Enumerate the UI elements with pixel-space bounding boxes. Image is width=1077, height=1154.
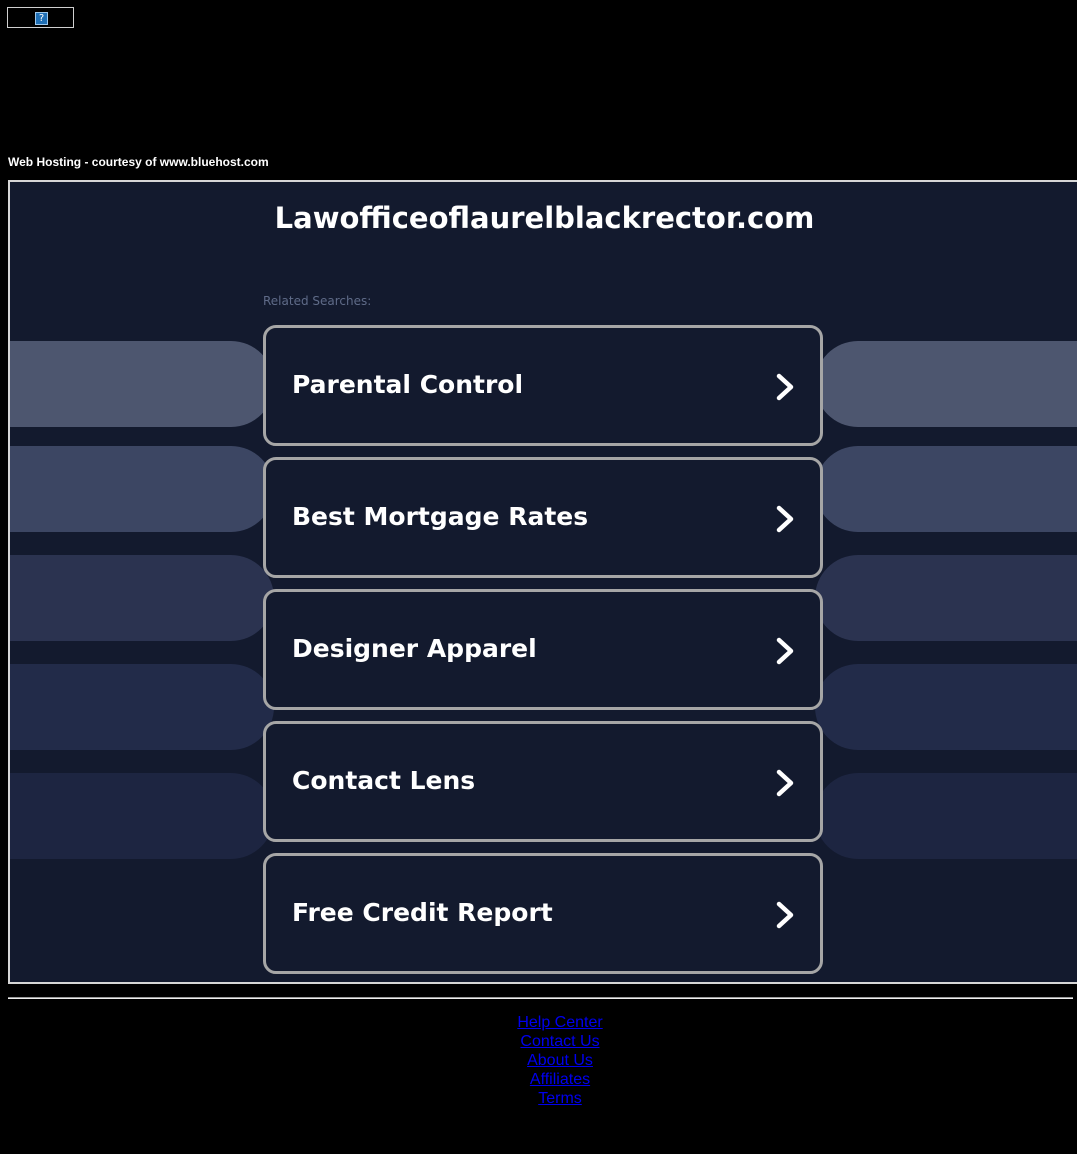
decorative-pill-right-2	[815, 446, 1077, 532]
chevron-right-icon	[776, 637, 794, 665]
about-us-link[interactable]: About Us	[8, 1051, 1077, 1070]
related-search-link[interactable]: Parental Control	[263, 325, 823, 446]
related-searches-label: Related Searches:	[263, 294, 372, 308]
decorative-pill-left-1	[10, 341, 274, 427]
related-search-link[interactable]: Best Mortgage Rates	[263, 457, 823, 578]
help-icon[interactable]: ?	[35, 12, 48, 25]
chevron-right-icon	[776, 901, 794, 929]
domain-title: Lawofficeoflaurelblackrector.com	[274, 201, 815, 235]
chevron-right-icon	[776, 373, 794, 401]
related-search-label: Free Credit Report	[292, 898, 553, 927]
hosting-note: Web Hosting - courtesy of www.bluehost.c…	[8, 155, 269, 169]
related-search-link[interactable]: Free Credit Report	[263, 853, 823, 974]
decorative-pill-left-5	[10, 773, 274, 859]
parked-domain-frame: Lawofficeoflaurelblackrector.com Related…	[8, 180, 1077, 984]
decorative-pill-right-4	[815, 664, 1077, 750]
help-center-link[interactable]: Help Center	[8, 1013, 1077, 1032]
decorative-pill-right-3	[815, 555, 1077, 641]
decorative-pill-right-1	[815, 341, 1077, 427]
decorative-pill-left-2	[10, 446, 274, 532]
affiliates-link[interactable]: Affiliates	[8, 1070, 1077, 1089]
footer-divider	[8, 997, 1073, 999]
related-search-label: Best Mortgage Rates	[292, 502, 589, 531]
related-search-label: Parental Control	[292, 370, 524, 399]
related-search-link[interactable]: Designer Apparel	[263, 589, 823, 710]
footer-links: Help Center Contact Us About Us Affiliat…	[8, 1013, 1077, 1108]
top-banner[interactable]: ?	[7, 7, 74, 28]
related-search-label: Contact Lens	[292, 766, 476, 795]
decorative-pill-right-5	[815, 773, 1077, 859]
related-search-label: Designer Apparel	[292, 634, 537, 663]
terms-link[interactable]: Terms	[8, 1089, 1077, 1108]
decorative-pill-left-4	[10, 664, 274, 750]
contact-us-link[interactable]: Contact Us	[8, 1032, 1077, 1051]
decorative-pill-left-3	[10, 555, 274, 641]
chevron-right-icon	[776, 769, 794, 797]
chevron-right-icon	[776, 505, 794, 533]
related-search-link[interactable]: Contact Lens	[263, 721, 823, 842]
